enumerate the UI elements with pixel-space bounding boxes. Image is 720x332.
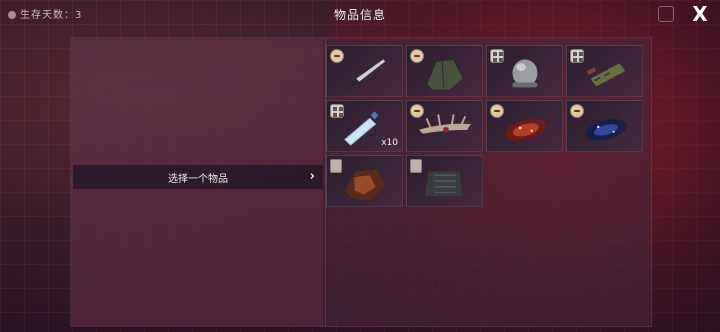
item-slot-blue-crystal[interactable] [566,100,643,152]
item-slot-dark-armor[interactable] [406,155,483,207]
item-slot-red-crystal[interactable] [486,100,563,152]
character-face-icon [490,104,504,118]
item-quantity: x10 [381,138,398,148]
item-slot-jacket[interactable] [406,45,483,97]
character-face-icon [410,104,424,118]
container-icon [490,49,504,63]
page-title: 物品信息 [333,8,386,22]
container-icon [570,49,584,63]
item-info-panel: 选择一个物品 › x10 [70,37,652,327]
armor-icon [410,159,422,173]
item-slot-antlers[interactable] [406,100,483,152]
backpack-icon [658,6,674,22]
item-slot-helmet[interactable] [486,45,563,97]
character-face-icon [410,49,424,63]
close-button[interactable]: X [690,4,710,24]
armor-icon [330,159,342,173]
item-slot-wrapped-tool[interactable] [566,45,643,97]
select-item-label: 选择一个物品 [168,173,228,185]
item-grid: x10 [326,45,643,207]
item-slot-knife[interactable] [326,45,403,97]
select-item-button[interactable]: 选择一个物品 › [73,165,323,189]
character-face-icon [330,49,344,63]
item-detail-pane: 选择一个物品 › [71,38,323,326]
item-slot-burnt-chunk[interactable] [326,155,403,207]
character-face-icon [570,104,584,118]
container-icon [330,104,344,118]
chevron-right-icon: › [309,169,315,184]
item-slot-water-bottle[interactable]: x10 [326,100,403,152]
